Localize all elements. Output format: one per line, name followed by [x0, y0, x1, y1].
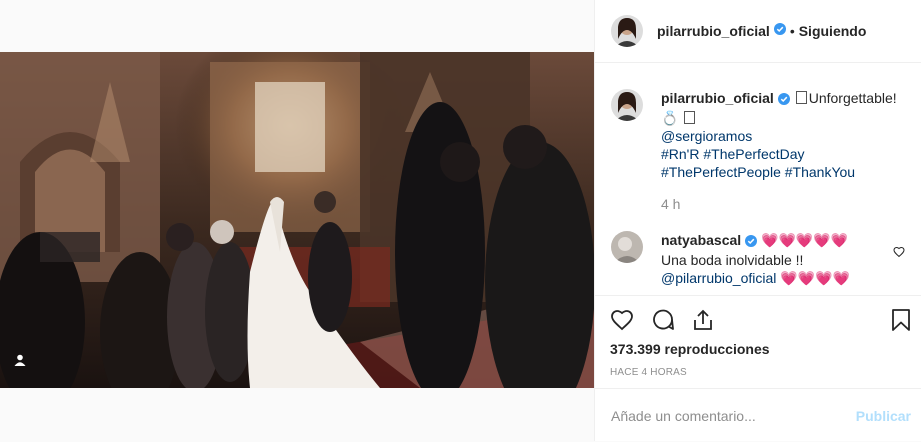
author-avatar[interactable] [611, 15, 643, 47]
view-count[interactable]: 373.399 reproducciones [610, 341, 770, 357]
comments-area: pilarrubio_oficial Unforgettable! 💍 @ser… [595, 63, 921, 295]
caption-mention[interactable]: @sergioramos [661, 128, 752, 144]
comment-input[interactable]: Añade un comentario... [611, 408, 756, 424]
comment-body: natyabascal 💗💗💗💗💗 Una boda inolvidable !… [661, 231, 850, 287]
publish-button[interactable]: Publicar [856, 408, 911, 424]
caption-avatar[interactable] [611, 89, 643, 121]
verified-badge-icon [773, 22, 786, 40]
caption-hashtags-1[interactable]: #Rn'R #ThePerfectDay [661, 146, 805, 162]
commenter-avatar[interactable] [611, 231, 643, 263]
video-frame-image [0, 52, 594, 388]
commenter-username[interactable]: natyabascal [661, 232, 741, 248]
author-username[interactable]: pilarrubio_oficial [657, 23, 770, 39]
share-icon[interactable] [691, 308, 715, 337]
comment: natyabascal 💗💗💗💗💗 Una boda inolvidable !… [611, 231, 905, 287]
missing-glyph-icon [795, 91, 807, 104]
comment-text: Una boda inolvidable !! [661, 252, 804, 268]
separator-dot: • [789, 23, 795, 39]
comment-icon[interactable] [651, 308, 675, 337]
comment-like-heart-icon[interactable] [893, 245, 905, 263]
missing-glyph-icon [684, 111, 696, 124]
post-timestamp[interactable]: HACE 4 HORAS [610, 367, 687, 378]
post-header: pilarrubio_oficial • Siguiendo [595, 0, 921, 63]
media-column [0, 0, 594, 441]
action-bar [595, 295, 921, 342]
caption: pilarrubio_oficial Unforgettable! 💍 @ser… [611, 89, 905, 213]
ring-icon: 💍 [661, 110, 679, 126]
comment-hearts: 💗💗💗💗💗 [761, 232, 849, 248]
add-comment-bar: Añade un comentario... Publicar [595, 388, 921, 442]
caption-time[interactable]: 4 h [661, 195, 897, 213]
user-tag-icon[interactable] [10, 350, 30, 370]
like-heart-icon[interactable] [609, 308, 635, 337]
caption-hashtags-2[interactable]: #ThePerfectPeople #ThankYou [661, 164, 855, 180]
caption-username[interactable]: pilarrubio_oficial [661, 90, 774, 106]
comment-mention[interactable]: @pilarrubio_oficial [661, 270, 776, 286]
caption-text: Unforgettable! [808, 90, 897, 106]
following-button[interactable]: Siguiendo [799, 23, 867, 39]
verified-badge-icon [745, 233, 758, 251]
bookmark-icon[interactable] [889, 308, 913, 337]
comment-hearts-2: 💗💗💗💗 [780, 270, 851, 286]
post-sidebar: pilarrubio_oficial • Siguiendo pilarrubi… [594, 0, 921, 441]
wedding-video[interactable] [0, 52, 594, 388]
verified-badge-icon [777, 91, 790, 109]
caption-body: pilarrubio_oficial Unforgettable! 💍 @ser… [661, 89, 897, 213]
